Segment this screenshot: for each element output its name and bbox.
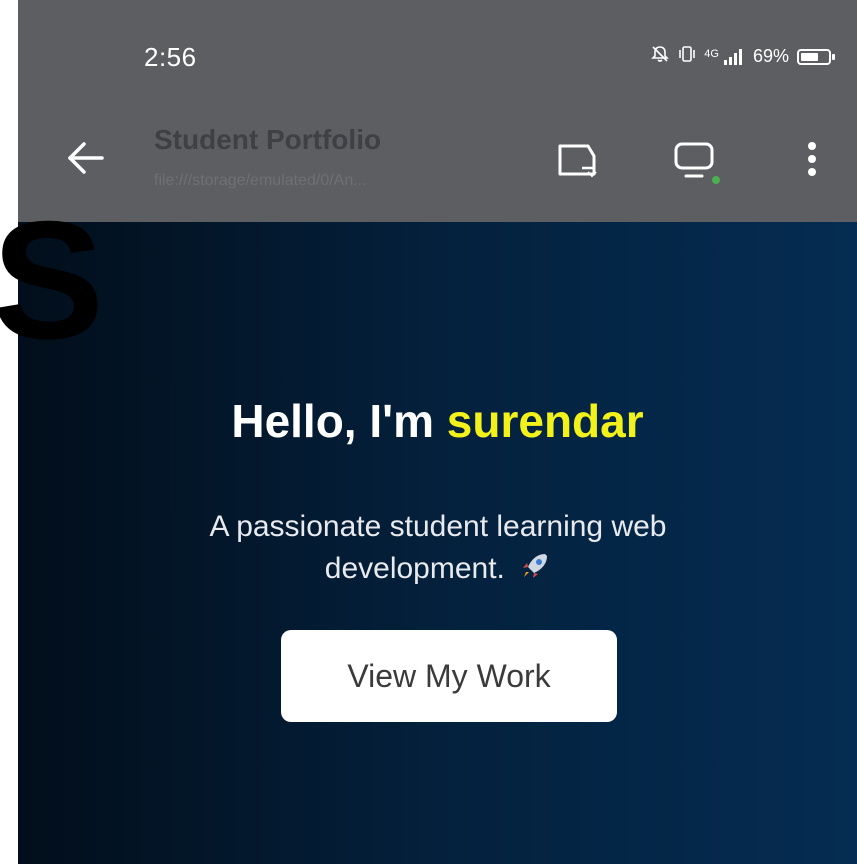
status-icons: 4G 69% [650, 44, 835, 69]
hero-subtitle-text: A passionate student learning web develo… [209, 510, 667, 585]
edge-glyph: S [0, 186, 105, 374]
desktop-icon[interactable] [670, 134, 720, 184]
signal-label: 4G [704, 47, 719, 60]
cast-icon[interactable] [554, 134, 604, 184]
battery-percent: 69% [752, 46, 789, 66]
bell-off-icon [650, 44, 670, 69]
signal-icon: 4G [704, 48, 745, 66]
browser-toolbar: Student Portfolio file:///storage/emulat… [18, 110, 857, 222]
hero-title: Hello, I'm surendar [18, 394, 857, 448]
view-my-work-button[interactable]: View My Work [281, 630, 617, 722]
status-bar: 2:56 4G 69% [18, 0, 857, 110]
hero-greeting: Hello, I'm [231, 395, 447, 447]
page-content: Hello, I'm surendar A passionate student… [18, 222, 857, 864]
page-url: file:///storage/emulated/0/An... [154, 172, 367, 189]
screenshot-stage: S 2:56 4G 69% Student Portfolio file:///… [0, 0, 857, 864]
status-time: 2:56 [144, 42, 197, 72]
hero-name: surendar [446, 395, 644, 447]
page-title: Student Portfolio [154, 124, 382, 155]
hero-subtitle: A passionate student learning web develo… [138, 506, 738, 594]
battery-fill [801, 52, 818, 61]
more-vert-icon[interactable] [794, 134, 830, 184]
vibrate-icon [678, 44, 696, 69]
phone-screen: 2:56 4G 69% Student Portfolio file:///st… [18, 0, 857, 864]
battery-icon [797, 48, 835, 65]
arrow-left-icon[interactable] [64, 136, 108, 180]
rocket-icon [519, 550, 551, 594]
